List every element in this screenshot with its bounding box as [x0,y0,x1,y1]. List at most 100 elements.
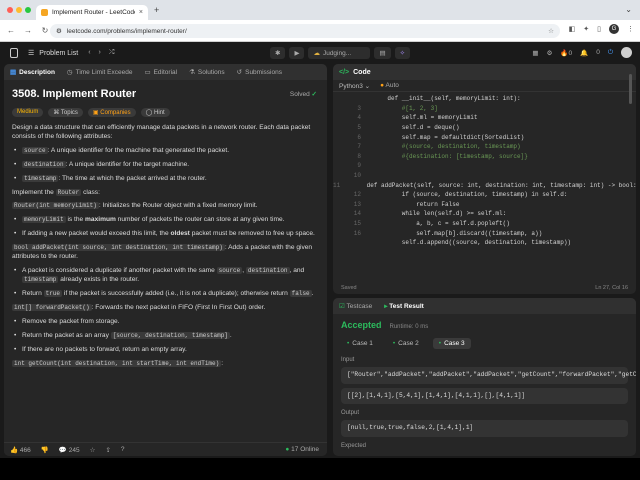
list-text: : A unique identifier for the machine th… [47,147,230,154]
line-number: 6 [357,133,361,141]
dislike-button[interactable]: 👎 [41,446,49,454]
text: . [229,332,232,339]
tab-editorial[interactable]: ▭ Editorial [144,68,177,77]
code-line[interactable]: 8 #{destination: [timestamp, source]} [333,152,636,162]
layout-icon[interactable]: ▦ [532,49,538,57]
leetcode-favicon-icon [41,9,48,16]
problem-list-button[interactable]: ☰ Problem List [28,49,78,58]
tab-solutions[interactable]: ⚗ Solutions [189,68,225,77]
auto-mode-toggle[interactable]: ● Auto [380,82,399,89]
code-line[interactable]: 16 self.map[b].discard((timestamp, a)) [333,228,636,238]
code-line[interactable]: 15 a, b, c = self.d.popleft() [333,219,636,229]
settings-icon[interactable]: ⚙ [547,49,553,57]
code-line[interactable]: 12 if (source, destination, timestamp) i… [333,190,636,200]
ai-button[interactable]: ✧ [394,47,411,59]
line-number: 9 [357,162,361,170]
next-problem-icon[interactable]: › [99,49,101,57]
address-bar[interactable]: ⚙ leetcode.com/problems/implement-router… [50,24,560,38]
extensions-puzzle-icon[interactable]: ✦ [583,25,589,33]
user-avatar[interactable] [621,47,632,58]
addpacket-list: A packet is considered a duplicate if an… [12,266,319,298]
tab-label: Submissions [245,68,282,76]
list-item: If adding a new packet would exceed this… [12,229,319,238]
cursor-position: Ln 27, Col 16 [595,285,628,291]
code-line[interactable]: 5 self.d = deque() [333,123,636,133]
browser-tab[interactable]: Implement Router - LeetCode × [36,5,148,20]
maximize-window-icon[interactable] [25,7,31,13]
code-line[interactable]: 4 self.ml = memoryLimit [333,113,636,123]
problem-title[interactable]: 3508. Implement Router [12,88,319,100]
bookmark-icon[interactable]: ☆ [90,446,96,454]
tab-search-icon[interactable]: ⌄ [625,5,632,14]
code-line[interactable]: 7 #(source, destination, timestamp) [333,142,636,152]
code-text: self.d = deque() [373,124,460,132]
output-value: [null,true,true,false,2,[1,4,1],1] [341,420,628,437]
bookmark-star-icon[interactable]: ☆ [548,27,554,35]
topics-button[interactable]: ⌘ Topics [48,108,83,117]
notes-button[interactable]: ▤ [374,47,391,59]
thumbs-down-icon: 👎 [40,446,49,454]
debug-button[interactable]: ✱ [270,47,286,59]
leetcode-app: ☰ Problem List ‹ › ⤮ ✱ ▶ ☁ Judging... ▤ … [0,42,640,458]
code-line[interactable]: def __init__(self, memoryLimit: int): [333,94,636,104]
back-icon[interactable]: ← [5,26,17,35]
share-icon[interactable]: ⇪ [105,446,110,454]
bug-icon: ✱ [275,50,281,57]
case-1-tab[interactable]: • Case 1 [341,338,379,349]
forward-icon[interactable]: → [22,26,34,35]
terminal-icon: ▸ [384,303,388,310]
tab-submissions[interactable]: ↺ Submissions [237,68,282,77]
editor-scrollbar[interactable] [629,74,632,104]
case-2-tab[interactable]: • Case 2 [387,338,425,349]
code-line[interactable]: 11 def addPacket(self, source: int, dest… [333,180,636,190]
prev-problem-icon[interactable]: ‹ [88,49,90,57]
runtime: Runtime: 0 ms [389,324,429,330]
minimize-window-icon[interactable] [16,7,22,13]
leetcode-logo-icon[interactable] [10,48,18,58]
hint-button[interactable]: ◯ Hint [140,108,170,117]
inline-code: bool addPacket(int source, int destinati… [12,244,225,251]
code-text: a, b, c = self.d.popleft() [373,220,510,228]
code-line[interactable]: 3 #[1, 2, 3] [333,104,636,114]
code-line[interactable]: 10 [333,171,636,181]
code-editor[interactable]: def __init__(self, memoryLimit: int): 3 #… [333,92,636,278]
like-button[interactable]: 👍 466 [10,446,31,454]
tab-time-limit[interactable]: ◷ Time Limit Exceede [67,68,133,77]
implement-text: Implement the Router class: [12,188,319,197]
companies-button[interactable]: ▣ Companies [87,108,136,117]
judging-button[interactable]: ☁ Judging... [308,47,371,59]
code-line[interactable]: 14 while len(self.d) >= self.ml: [333,209,636,219]
shuffle-icon[interactable]: ⤮ [109,49,115,57]
close-window-icon[interactable] [7,7,13,13]
code-line[interactable]: 13 return False [333,200,636,210]
close-tab-icon[interactable]: × [139,9,143,16]
bell-icon[interactable]: 🔔 [580,49,588,57]
tab-description[interactable]: ▤ Description [10,68,55,77]
streak-counter[interactable]: 🔥0 [560,49,572,57]
help-icon[interactable]: ? [121,446,125,453]
text: if the packet is successfully added (i.e… [62,290,290,297]
url-text: leetcode.com/problems/implement-router/ [66,27,187,35]
code-line[interactable]: self.d.append((source, destination, time… [333,238,636,248]
inline-code: int[] forwardPacket() [12,304,92,311]
language-select[interactable]: Python3 ⌄ [339,82,370,90]
inline-code: false [289,290,312,297]
code-line[interactable]: 6 self.map = defaultdict(SortedList) [333,132,636,142]
tab-testcase[interactable]: ☑ Testcase [339,302,372,310]
run-button[interactable]: ▶ [289,47,305,59]
profile-avatar[interactable]: G [609,24,619,34]
comments-button[interactable]: 💬 245 [59,446,80,454]
code-line[interactable]: 9 [333,161,636,171]
browser-menu-icon[interactable]: ⋮ [627,25,634,33]
new-tab-icon[interactable]: + [154,5,159,15]
case-3-tab[interactable]: • Case 3 [432,338,471,349]
auto-label: Auto [385,82,399,89]
timer-icon[interactable]: ⏻ [608,49,613,57]
site-info-icon[interactable]: ⚙ [56,27,62,35]
hint-label: Hint [154,110,165,116]
sidebar-icon[interactable]: ▯ [597,25,601,33]
tab-test-result[interactable]: ▸ Test Result [384,302,424,310]
constructor-desc: Router(int memoryLimit): Initializes the… [12,201,319,210]
extension-icon[interactable]: ◧ [569,25,576,33]
text: Implement the [12,189,56,196]
